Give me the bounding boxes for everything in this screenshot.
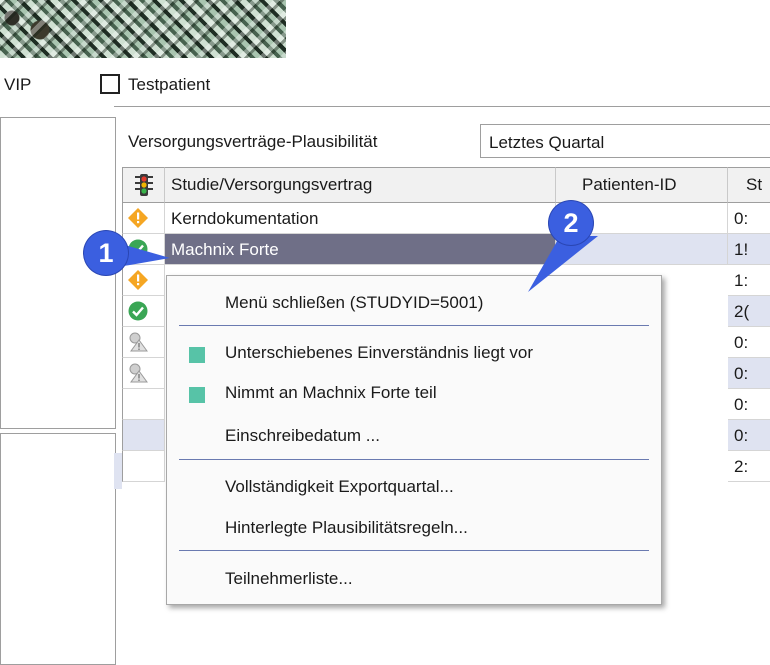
badge-two-pointer [528, 236, 598, 292]
annotation-badge-two: 2 [549, 201, 593, 245]
annotation-badge-one: 1 [84, 231, 128, 275]
annotation-arrows [118, 236, 598, 292]
